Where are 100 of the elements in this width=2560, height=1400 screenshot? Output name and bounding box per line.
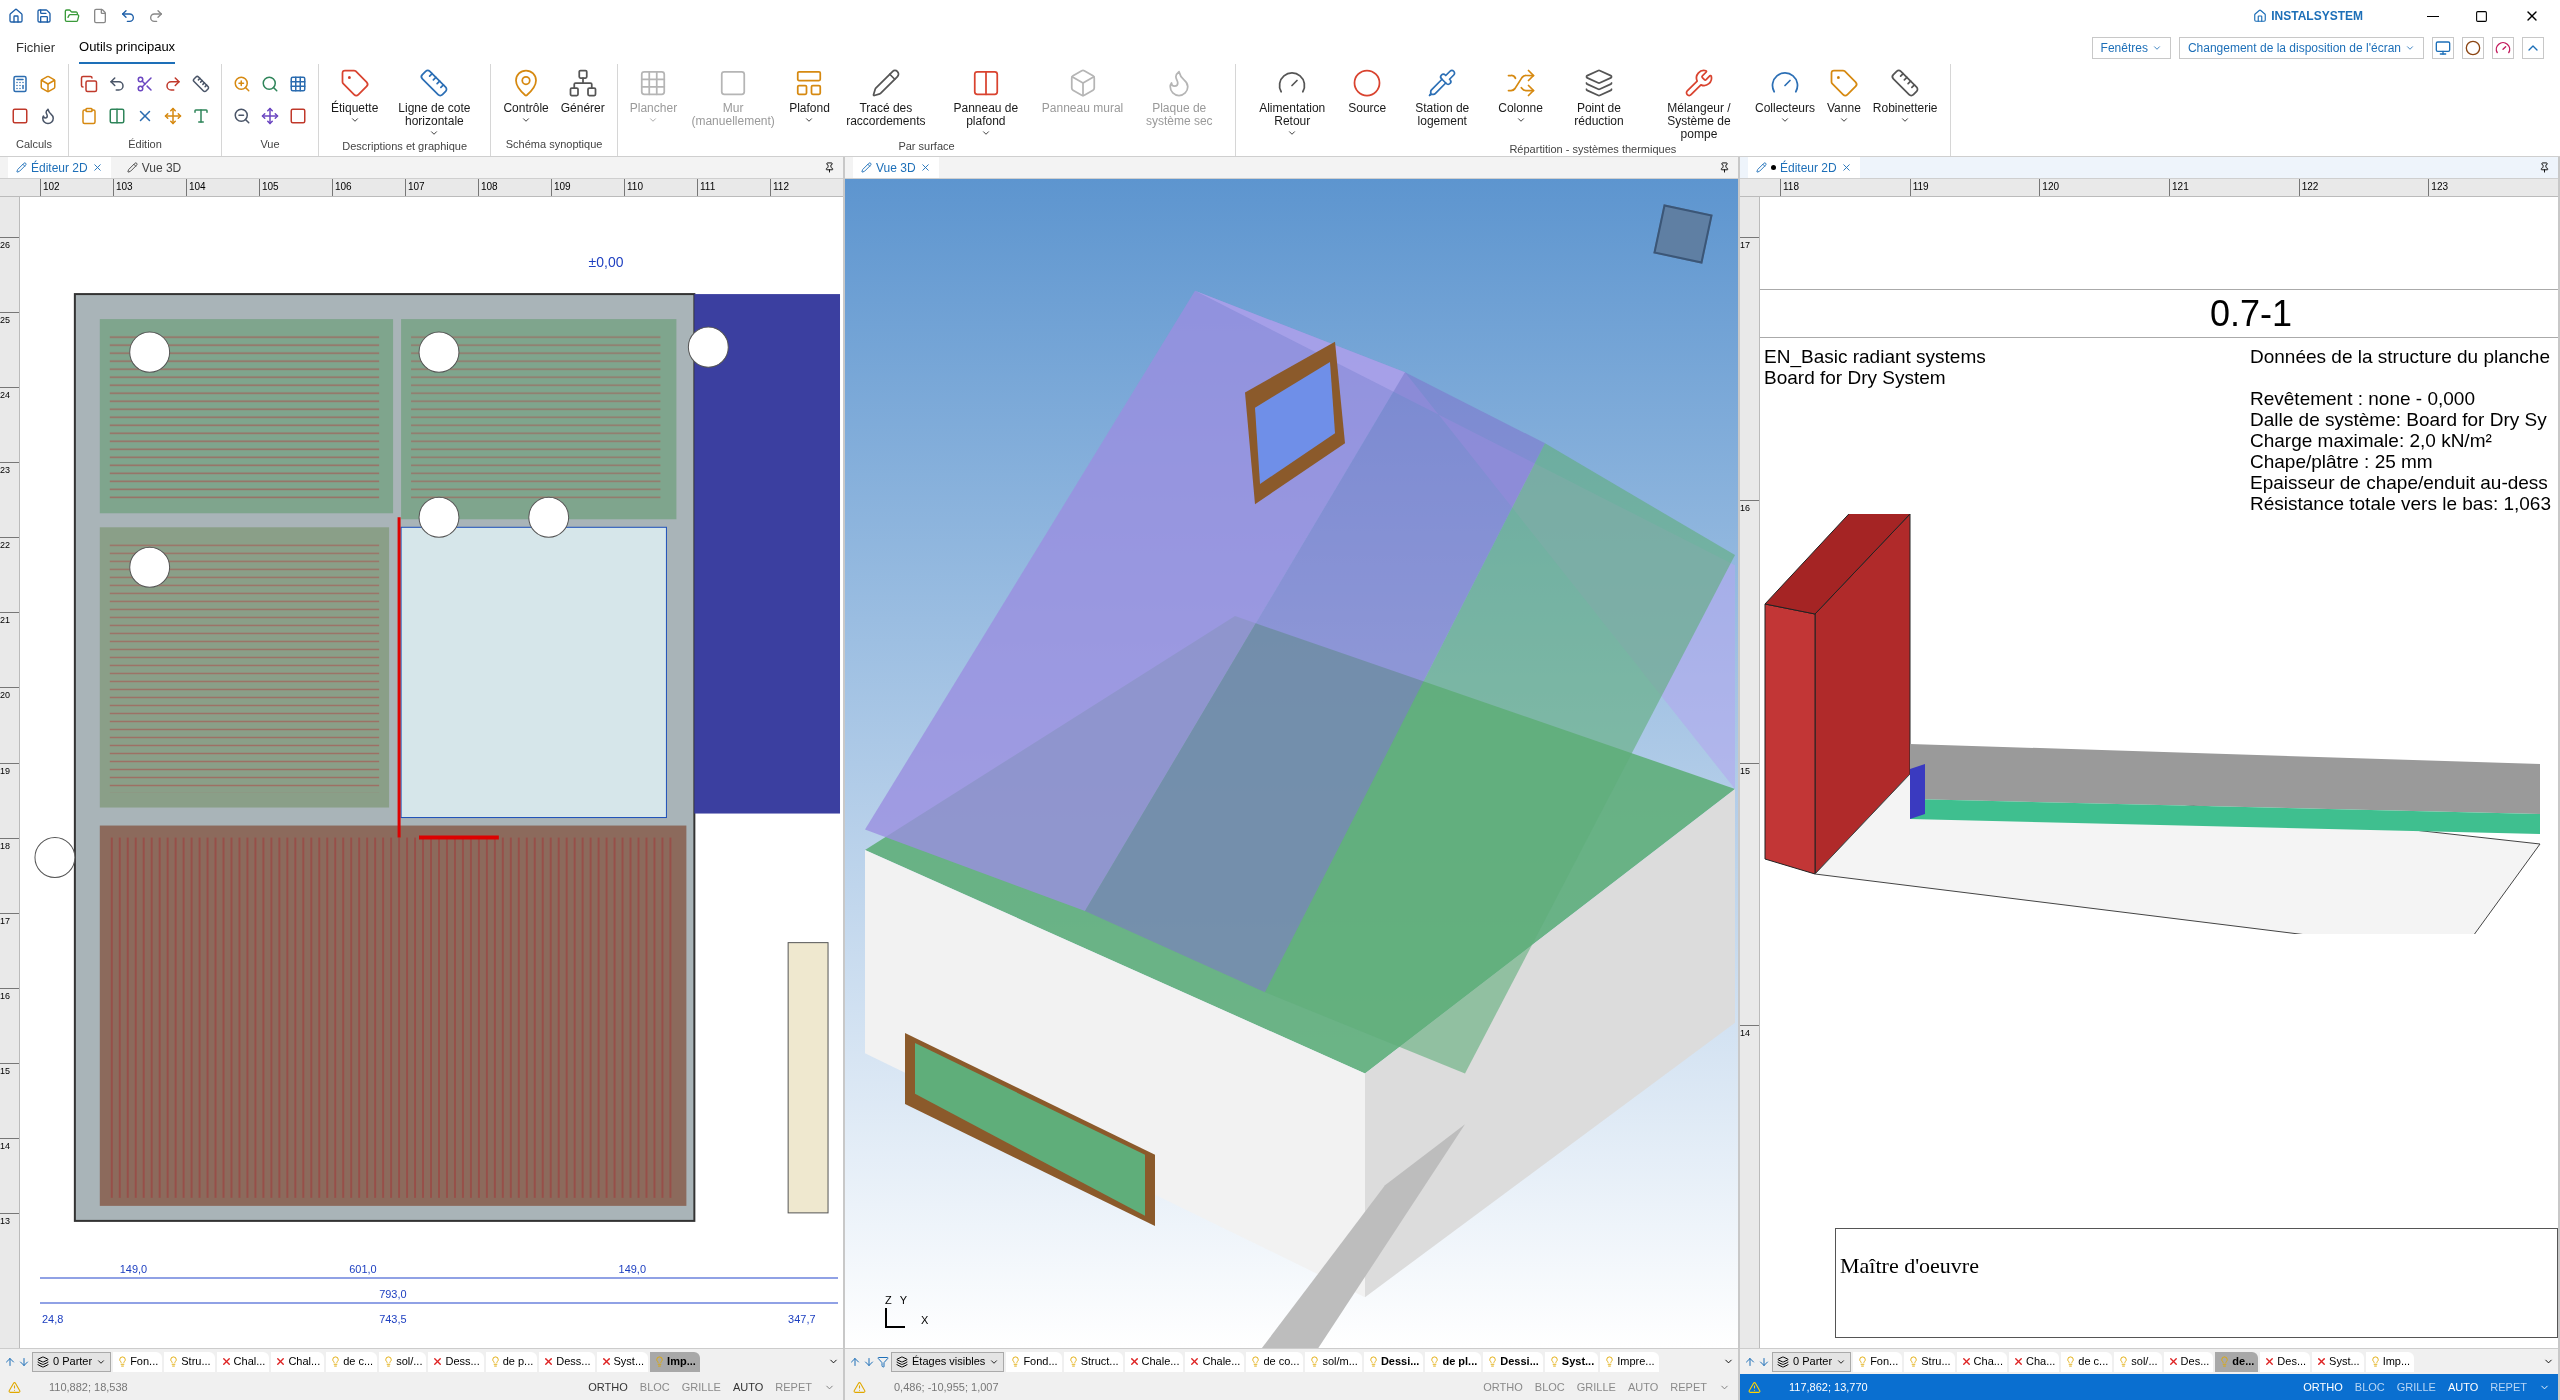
ribbon-button[interactable]: Contrôle [499,68,553,125]
layer-tab[interactable]: de c... [2061,1351,2113,1372]
layer-tab[interactable]: de c... [326,1351,378,1372]
filter-button[interactable] [877,1355,889,1368]
ribbon-button[interactable]: Mélangeur / Système de pompe [1650,68,1747,141]
layer-down-button[interactable] [863,1355,875,1368]
ribbon-button[interactable]: Robinetterie [1868,68,1942,125]
layer-tab[interactable]: Syst... [596,1351,649,1372]
pin-icon [1719,162,1730,173]
axis-icon [885,1308,905,1328]
ribbon-button[interactable]: Point de réduction [1550,68,1647,128]
view-tab[interactable]: Vue 3D [118,157,190,178]
layer-tab[interactable]: Chal... [271,1351,325,1372]
layer-tab[interactable]: Des... [2163,1351,2214,1372]
layer-tab[interactable]: Chale... [1185,1351,1245,1372]
layer-tab[interactable]: Cha... [2008,1351,2060,1372]
layer-tab[interactable]: Chal... [216,1351,270,1372]
layout-dropdown[interactable]: Changement de la disposition de l'écran [2178,37,2424,59]
layer-tab[interactable]: Chale... [1124,1351,1184,1372]
structure-detail: Revêtement : none - 0,000 [2250,388,2476,409]
floor-dropdown[interactable]: 0 Parter [32,1351,112,1372]
layer-tab[interactable]: Stru... [1904,1351,1955,1372]
floor-dropdown[interactable]: Étages visibles [891,1351,1005,1372]
ribbon-tab[interactable]: Fichier [16,32,55,64]
save-icon [36,8,52,24]
ruler-label: 16 [0,990,10,1001]
ribbon-button[interactable]: Vanne [1823,68,1865,125]
close-icon [919,162,931,173]
layer-tab[interactable]: Stru... [164,1351,215,1372]
view-tab[interactable]: Vue 3D [853,157,939,178]
snap-mode-toggle[interactable]: AUTO [732,1378,764,1396]
layer-tab[interactable]: Struct... [1063,1351,1123,1372]
layer-tab[interactable]: Dess... [539,1351,595,1372]
toolbar-button[interactable] [2492,37,2514,59]
quick-access-button[interactable] [64,8,80,24]
windows-dropdown[interactable]: Fenêtres [2091,37,2171,59]
close-icon [1840,162,1852,173]
quick-access-button[interactable] [148,8,164,24]
view-tab[interactable]: Éditeur 2D [1748,157,1860,178]
layer-tab[interactable]: Impre... [1600,1351,1659,1372]
ribbon-button[interactable]: Source [1344,68,1391,115]
toolbar-button[interactable] [2462,37,2484,59]
ruler-label: 22 [0,540,10,551]
pin-button[interactable] [1719,162,1730,173]
snap-mode-toggle[interactable]: AUTO [2447,1378,2479,1396]
layer-tab[interactable]: de co... [1246,1351,1304,1372]
arrow-down-icon [863,1355,875,1368]
layer-tab[interactable]: Dessi... [1363,1351,1424,1372]
quick-access-button[interactable] [92,8,108,24]
close-icon [91,162,103,173]
snap-mode-toggle[interactable]: ORTHO [588,1378,628,1396]
layer-tab[interactable]: de pl... [1425,1351,1482,1372]
ribbon-button[interactable]: Alimentation Retour [1244,68,1341,138]
layer-tab[interactable]: de... [2215,1351,2259,1372]
snap-mode-toggle[interactable]: ORTHO [2303,1378,2343,1396]
layer-tab[interactable]: Fon... [1853,1351,1903,1372]
grid-icon [289,75,307,93]
layer-tab[interactable]: Fon... [113,1351,163,1372]
ribbon-button[interactable]: Étiquette [327,68,383,125]
quick-access-button[interactable] [8,8,24,24]
layer-tab[interactable]: Cha... [1956,1351,2007,1372]
ribbon-button[interactable]: Panneau de plafond [937,68,1034,138]
layer-tab[interactable]: sol/... [379,1351,427,1372]
undo-icon [120,8,136,24]
file-icon [92,8,108,24]
axis-label: Z [885,1292,892,1308]
layer-tab[interactable]: Fond... [1006,1351,1062,1372]
quick-access-button[interactable] [36,8,52,24]
ribbon-button[interactable]: Station de logement [1394,68,1491,128]
ruler-label: 108 [481,181,498,192]
layer-tab[interactable]: Imp... [2365,1351,2415,1372]
pin-button[interactable] [2539,162,2550,173]
ruler-label: 118 [1783,181,1799,192]
layer-tab[interactable]: Dessi... [1483,1351,1543,1372]
redo-icon [164,75,182,93]
pin-icon [2539,162,2550,173]
layer-tab[interactable]: de p... [485,1351,538,1372]
pin-button[interactable] [824,162,835,173]
floor-dropdown[interactable]: 0 Parter [1772,1351,1852,1372]
layer-tab[interactable]: Syst... [1544,1351,1599,1372]
ribbon-button[interactable]: Plafond [785,68,834,125]
ribbon-button[interactable]: Ligne de cote horizontale [386,68,483,138]
layer-tab[interactable]: sol/... [2114,1351,2162,1372]
quick-access-button[interactable] [120,8,136,24]
layer-down-button[interactable] [1758,1355,1770,1368]
layers-icon [1583,68,1614,98]
ribbon-button[interactable]: Générer [556,68,609,115]
view-tab[interactable]: Éditeur 2D [8,157,111,178]
ribbon-button[interactable]: Colonne [1494,68,1547,125]
layer-down-button[interactable] [18,1355,30,1368]
ribbon-button[interactable]: Tracé des raccordements [837,68,934,128]
layer-tab[interactable]: Imp... [650,1351,700,1372]
arrow-up-icon [1744,1355,1756,1368]
layer-tab[interactable]: sol/m... [1305,1351,1362,1372]
toolbar-button[interactable] [2432,37,2454,59]
layer-tab[interactable]: Des... [2260,1351,2311,1372]
ribbon-button[interactable]: Collecteurs [1750,68,1819,125]
layer-tab[interactable]: Dess... [428,1351,484,1372]
layer-tab[interactable]: Syst... [2312,1351,2364,1372]
ruler-label: 13 [0,1216,10,1226]
